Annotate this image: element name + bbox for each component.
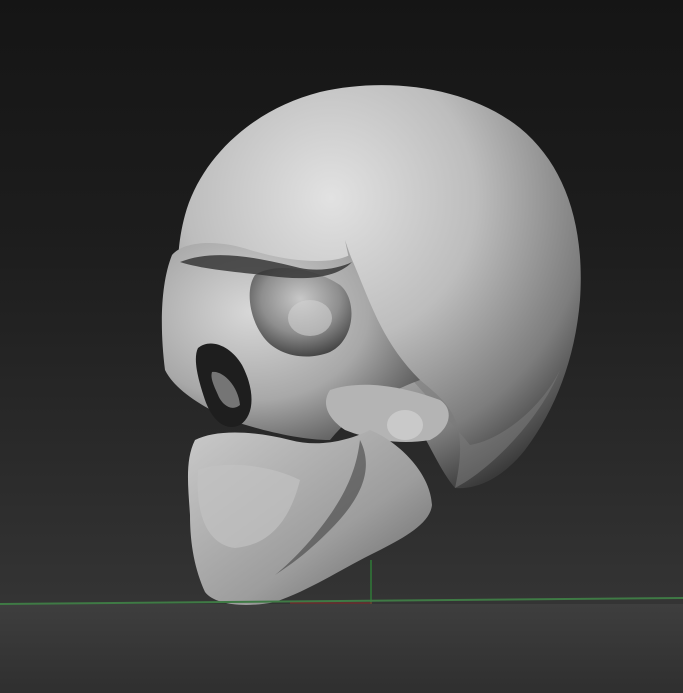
eye-socket-highlight	[288, 300, 332, 336]
skull-mesh[interactable]	[161, 85, 581, 605]
viewport-canvas[interactable]	[0, 0, 683, 693]
ear-canal	[387, 410, 423, 440]
ground-plane	[0, 604, 683, 693]
3d-viewport[interactable]	[0, 0, 683, 693]
